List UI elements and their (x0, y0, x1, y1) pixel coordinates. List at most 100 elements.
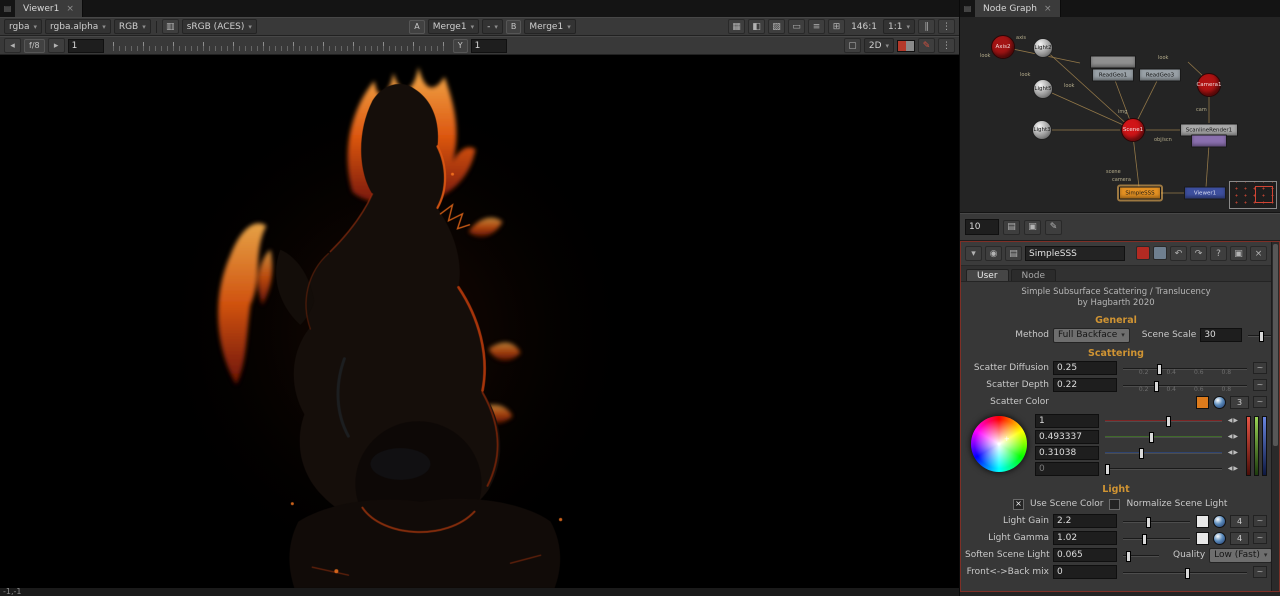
light-gain-input[interactable] (1053, 514, 1117, 528)
center-node-icon[interactable]: ◉ (985, 246, 1002, 261)
slider-handle[interactable] (1139, 448, 1144, 459)
nudge-arrows[interactable]: ◀▶ (1228, 417, 1239, 424)
gain-toggle-icon[interactable]: ▦ (728, 19, 745, 34)
color-wheel-toggle-icon[interactable] (1213, 515, 1226, 528)
color-alpha-input[interactable] (1035, 462, 1099, 476)
node-axis2[interactable]: Axis2 (991, 35, 1015, 59)
animation-curve-button[interactable]: ~ (1253, 379, 1267, 391)
method-dropdown[interactable]: Full Backface ▾ (1053, 328, 1130, 343)
node-unnamed[interactable] (1090, 56, 1136, 69)
quality-dropdown[interactable]: Low (Fast) ▾ (1209, 548, 1272, 563)
color-green-slider[interactable] (1103, 430, 1224, 443)
scatter-diffusion-slider[interactable]: 0.20.40.60.8 (1121, 362, 1249, 375)
light-gain-color-swatch[interactable] (1196, 515, 1209, 528)
node-readgeo3[interactable]: ReadGeo3 (1139, 69, 1181, 82)
gain-input[interactable] (68, 39, 104, 53)
pause-icon[interactable]: ∥ (918, 19, 935, 34)
nudge-arrows[interactable]: ◀▶ (1228, 465, 1239, 472)
node-color-swatch[interactable] (1136, 246, 1150, 260)
color-red-input[interactable] (1035, 414, 1099, 428)
animation-curve-button[interactable]: ~ (1253, 532, 1267, 544)
color-blue-slider[interactable] (1103, 446, 1224, 459)
gain-increment-icon[interactable]: ▸ (48, 38, 65, 53)
fstop-toggle[interactable]: f/8 (24, 39, 45, 53)
nudge-arrows[interactable]: ◀▶ (1228, 433, 1239, 440)
overlay-menu-icon[interactable]: ≡ (808, 19, 825, 34)
soften-scene-light-input[interactable] (1053, 548, 1117, 562)
marquee-select-icon[interactable]: ▢ (844, 38, 861, 53)
panel-menu-icon[interactable]: ▤ (0, 0, 15, 17)
node-readgeo1[interactable]: ReadGeo1 (1092, 69, 1134, 82)
gain-slider-ruler[interactable] (113, 41, 444, 51)
scatter-depth-slider[interactable]: 0.20.40.60.8 (1121, 379, 1249, 392)
node-simplesss[interactable]: SimpleSSS (1119, 187, 1161, 200)
viewer-settings-menu-icon[interactable]: ⋮ (938, 38, 955, 53)
proxy-ratio-dropdown[interactable]: 1:1 ▾ (883, 19, 915, 34)
channel-count-button[interactable]: 3 (1230, 396, 1249, 409)
tab-viewer1[interactable]: Viewer1 × (15, 0, 83, 17)
close-panel-icon[interactable]: × (1250, 246, 1267, 261)
use-scene-color-checkbox[interactable]: × (1013, 499, 1024, 510)
node-light2[interactable]: Light2 (1033, 38, 1053, 58)
wipe-icon[interactable]: ◧ (748, 19, 765, 34)
animation-curve-button[interactable]: ~ (1253, 566, 1267, 578)
normalize-scene-light-checkbox[interactable] (1109, 499, 1120, 510)
nudge-arrows[interactable]: ◀▶ (1228, 449, 1239, 456)
lock-panels-icon[interactable]: ▤ (1003, 220, 1020, 235)
scatter-diffusion-input[interactable] (1053, 361, 1117, 375)
blue-mini-slider[interactable] (1262, 416, 1267, 476)
channel-count-button[interactable]: 4 (1230, 515, 1249, 528)
undo-icon[interactable]: ↶ (1170, 246, 1187, 261)
panel-menu-icon[interactable]: ▤ (960, 0, 975, 17)
node-scene1[interactable]: Scene1 (1121, 118, 1145, 142)
light-gamma-input[interactable] (1053, 531, 1117, 545)
node-graph-canvas[interactable]: Axis2Light2Light5Light3ReadGeo1ReadGeo3C… (960, 17, 1280, 213)
slider-handle[interactable] (1105, 464, 1110, 475)
channel-count-button[interactable]: 4 (1230, 532, 1249, 545)
properties-scrollbar[interactable] (1271, 242, 1279, 591)
edit-icon[interactable]: ✎ (1045, 220, 1062, 235)
node-unnamed[interactable] (1191, 135, 1227, 148)
close-icon[interactable]: × (1044, 4, 1052, 14)
light-gamma-slider[interactable] (1121, 532, 1192, 545)
channel-mini-sliders[interactable] (1245, 413, 1267, 476)
color-wheel-toggle-icon[interactable] (1213, 532, 1226, 545)
framerate-icon[interactable]: ⊞ (828, 19, 845, 34)
slider-handle[interactable] (1157, 364, 1162, 375)
front-back-mix-input[interactable] (1053, 565, 1117, 579)
color-green-input[interactable] (1035, 430, 1099, 444)
alpha-channel-dropdown[interactable]: rgba.alpha ▾ (45, 19, 111, 34)
collapse-arrow-icon[interactable]: ▾ (965, 246, 982, 261)
hue-cursor-icon[interactable]: + (1004, 435, 1010, 443)
input-a-dropdown[interactable]: Merge1 ▾ (428, 19, 479, 34)
node-name-input[interactable] (1025, 246, 1125, 261)
animation-curve-button[interactable]: ~ (1253, 396, 1267, 408)
display-mode-dropdown[interactable]: RGB ▾ (114, 19, 151, 34)
float-window-icon[interactable]: ▣ (1230, 246, 1247, 261)
light-gamma-color-swatch[interactable] (1196, 532, 1209, 545)
front-back-mix-slider[interactable] (1121, 566, 1249, 579)
green-mini-slider[interactable] (1254, 416, 1259, 476)
color-alpha-slider[interactable] (1103, 462, 1224, 475)
color-wheel-toggle-icon[interactable] (1213, 396, 1226, 409)
slider-handle[interactable] (1142, 534, 1147, 545)
gamma-toggle[interactable]: Y (453, 39, 468, 53)
node-graph-minimap[interactable] (1229, 181, 1277, 209)
annotations-icon[interactable]: ✎ (918, 38, 935, 53)
checker-icon[interactable]: ▨ (768, 19, 785, 34)
tab-user[interactable]: User (966, 269, 1009, 281)
input-b-chip[interactable]: B (506, 20, 522, 34)
input-a-chip[interactable]: A (409, 20, 424, 34)
slider-handle[interactable] (1146, 517, 1151, 528)
node-camera1[interactable]: Camera1 (1197, 73, 1221, 97)
view-mode-dropdown[interactable]: 2D ▾ (864, 38, 894, 53)
tab-node-graph[interactable]: Node Graph × (975, 0, 1061, 17)
slider-handle[interactable] (1166, 416, 1171, 427)
channels-dropdown[interactable]: rgba ▾ (4, 19, 42, 34)
node-viewer1[interactable]: Viewer1 (1184, 187, 1226, 200)
zoom-level[interactable]: 146:1 (848, 22, 880, 32)
scatter-depth-input[interactable] (1053, 378, 1117, 392)
slider-handle[interactable] (1126, 551, 1131, 562)
redo-icon[interactable]: ↷ (1190, 246, 1207, 261)
background-color-swatch[interactable] (897, 40, 915, 52)
